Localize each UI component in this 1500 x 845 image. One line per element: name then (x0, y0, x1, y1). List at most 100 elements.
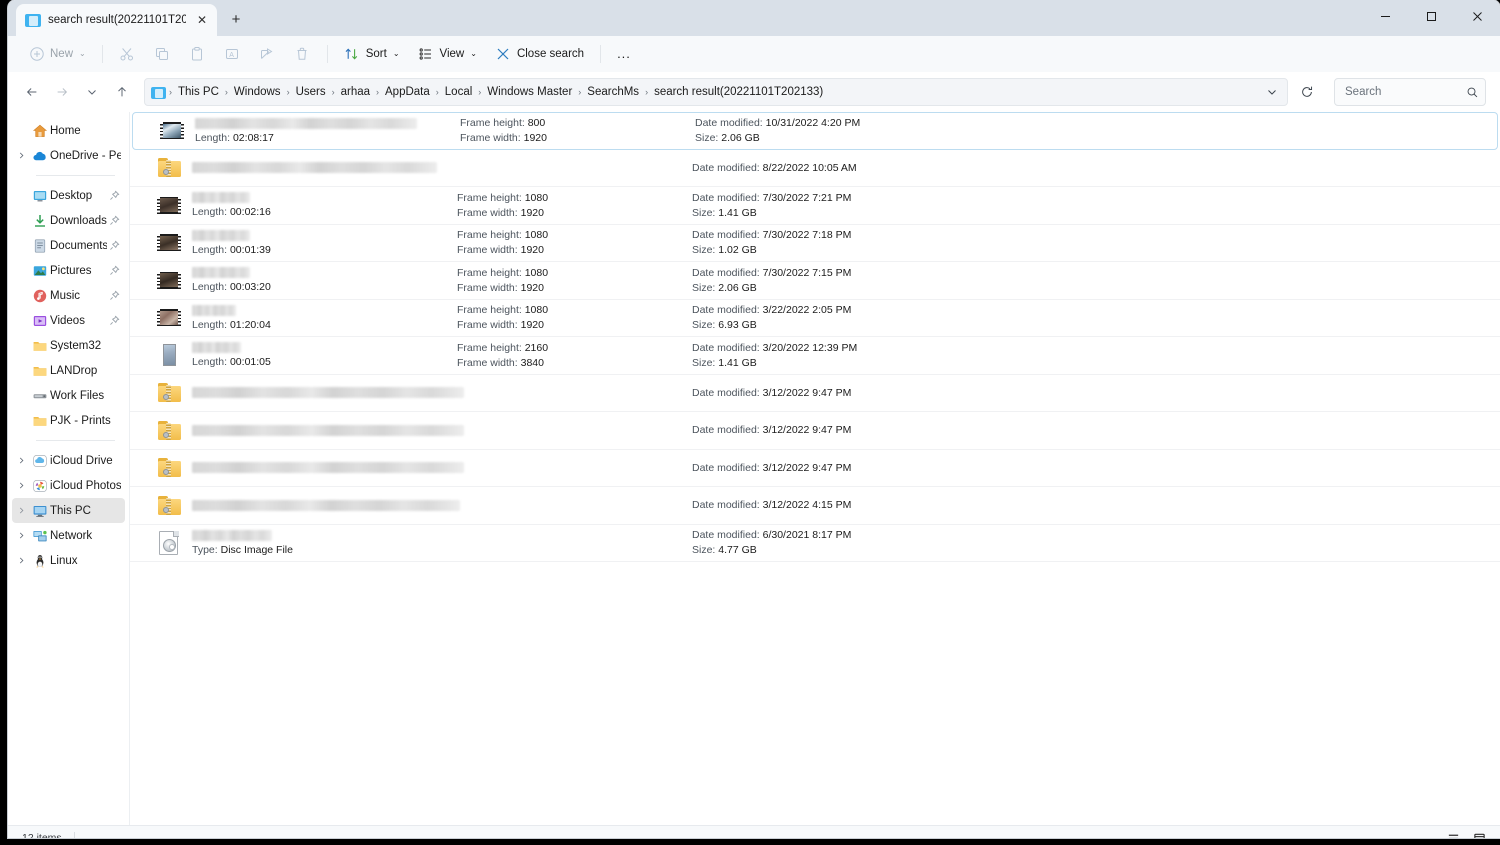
rename-button[interactable]: A (216, 40, 249, 68)
date-modified-meta: Date modified: 3/12/2022 4:15 PM (692, 499, 852, 512)
table-row[interactable]: Length: 00:01:05 Frame height: 2160 Fram… (130, 337, 1500, 375)
table-row[interactable]: Length: 00:03:20 Frame height: 1080 Fram… (130, 262, 1500, 300)
sidebar-item-music[interactable]: Music (12, 283, 125, 308)
type-meta: Type: Disc Image File (192, 543, 293, 556)
sidebar-item-icloud-photos[interactable]: iCloud Photos (12, 473, 125, 498)
details-view-button[interactable] (1442, 828, 1464, 838)
pin-icon[interactable] (107, 240, 121, 251)
delete-button[interactable] (286, 40, 319, 68)
sidebar-item-linux[interactable]: Linux (12, 548, 125, 573)
close-tab-icon[interactable]: ✕ (193, 11, 211, 29)
chevron-right-icon[interactable] (12, 523, 30, 548)
refresh-button[interactable] (1292, 78, 1322, 106)
redacted-filename (192, 462, 464, 474)
copy-button[interactable] (146, 40, 179, 68)
sidebar-item-home[interactable]: Home (12, 118, 125, 143)
up-button[interactable] (108, 78, 136, 106)
table-row[interactable]: Length: 01:20:04 Frame height: 1080 Fram… (130, 300, 1500, 337)
breadcrumb-item-search-result[interactable]: search result(20221101T202133) (649, 83, 828, 101)
sidebar-item-icloud-drive[interactable]: iCloud Drive (12, 448, 125, 473)
table-row[interactable]: Date modified: 3/12/2022 9:47 PM (130, 450, 1500, 487)
breadcrumb-item-searchms[interactable]: SearchMs (582, 83, 644, 101)
sidebar-item-network[interactable]: Network (12, 523, 125, 548)
expand-spacer (12, 258, 30, 283)
recent-locations-button[interactable] (78, 78, 106, 106)
frame-height-meta: Frame height: 1080 (457, 191, 549, 204)
date-size-cell: Date modified: 7/30/2022 7:15 PM Size: 2… (692, 267, 1500, 294)
table-row[interactable]: Length: 00:01:39 Frame height: 1080 Fram… (130, 225, 1500, 262)
breadcrumb-item-users[interactable]: Users (291, 83, 331, 101)
sort-button[interactable]: Sort ⌄ (336, 40, 408, 68)
video-film-icon (156, 306, 182, 330)
pin-icon[interactable] (107, 190, 121, 201)
length-meta: Length: 00:03:20 (192, 281, 271, 294)
table-row[interactable]: Type: Disc Image File Date modified: 6/3… (130, 525, 1500, 562)
new-button[interactable]: New ⌄ (20, 40, 94, 68)
back-button[interactable] (18, 78, 46, 106)
sidebar-item-downloads[interactable]: Downloads (12, 208, 125, 233)
large-icons-view-button[interactable] (1468, 828, 1490, 838)
chevron-right-icon[interactable] (12, 498, 30, 523)
pin-icon[interactable] (107, 290, 121, 301)
paste-button[interactable] (181, 40, 214, 68)
maximize-button[interactable] (1408, 0, 1454, 32)
file-name-cell: Length: 02:08:17 (195, 117, 460, 144)
breadcrumb[interactable]: › This PC › Windows › Users › arhaa › Ap… (144, 78, 1288, 106)
pin-icon[interactable] (107, 215, 121, 226)
cut-button[interactable] (111, 40, 144, 68)
close-search-button[interactable]: Close search (487, 40, 592, 68)
sidebar-item-this-pc[interactable]: This PC (12, 498, 125, 523)
sidebar-item-onedrive[interactable]: OneDrive - Persona (12, 143, 125, 168)
share-button[interactable] (251, 40, 284, 68)
search-box[interactable] (1334, 78, 1486, 106)
sidebar-item-pjk-prints[interactable]: PJK - Prints (12, 408, 125, 433)
ellipsis-icon: ... (617, 45, 631, 61)
search-input[interactable] (1345, 86, 1466, 98)
close-window-button[interactable] (1454, 0, 1500, 32)
view-button[interactable]: View ⌄ (410, 40, 485, 68)
chevron-down-icon: ⌄ (79, 49, 86, 58)
sidebar-item-work-files[interactable]: Work Files (12, 383, 125, 408)
file-list[interactable]: Length: 02:08:17 Frame height: 800 Frame… (130, 112, 1500, 825)
sidebar-item-desktop[interactable]: Desktop (12, 183, 125, 208)
breadcrumb-item-this-pc[interactable]: This PC (173, 83, 224, 101)
sidebar-item-pictures[interactable]: Pictures (12, 258, 125, 283)
table-row[interactable]: Date modified: 3/12/2022 9:47 PM (130, 375, 1500, 412)
sidebar-item-label: Downloads (50, 214, 107, 227)
pin-icon[interactable] (107, 265, 121, 276)
sidebar-item-videos[interactable]: Videos (12, 308, 125, 333)
breadcrumb-item-windows[interactable]: Windows (229, 83, 286, 101)
table-row[interactable]: Date modified: 3/12/2022 9:47 PM (130, 412, 1500, 450)
redacted-filename (192, 162, 437, 174)
breadcrumb-dropdown-icon[interactable] (1261, 81, 1283, 103)
table-row[interactable]: Date modified: 8/22/2022 10:05 AM (130, 150, 1500, 187)
more-options-button[interactable]: ... (609, 40, 639, 68)
minimize-button[interactable] (1362, 0, 1408, 32)
sidebar-item-system32[interactable]: System32 (12, 333, 125, 358)
copy-icon (154, 45, 171, 62)
share-icon (259, 45, 276, 62)
new-tab-button[interactable]: + (221, 4, 251, 34)
breadcrumb-item-appdata[interactable]: AppData (380, 83, 435, 101)
table-row[interactable]: Date modified: 3/12/2022 4:15 PM (130, 487, 1500, 525)
chevron-right-icon[interactable] (12, 473, 30, 498)
frame-size-cell: Frame height: 1080 Frame width: 1920 (457, 304, 692, 331)
pin-icon[interactable] (107, 315, 121, 326)
chevron-right-icon[interactable] (12, 548, 30, 573)
status-bar: 12 items (8, 825, 1500, 838)
breadcrumb-item-arhaa[interactable]: arhaa (336, 83, 375, 101)
sidebar-item-documents[interactable]: Documents (12, 233, 125, 258)
command-toolbar: New ⌄ A Sort ⌄ View ⌄ Close search ... (8, 36, 1500, 72)
breadcrumb-item-windows-master[interactable]: Windows Master (482, 83, 577, 101)
sidebar-item-landrop[interactable]: LANDrop (12, 358, 125, 383)
breadcrumb-item-local[interactable]: Local (440, 83, 478, 101)
chevron-right-icon[interactable] (12, 448, 30, 473)
browser-tab-search-result[interactable]: search result(20221101T20213: ✕ (16, 4, 217, 36)
date-size-cell: Date modified: 7/30/2022 7:18 PM Size: 1… (692, 229, 1500, 256)
table-row[interactable]: Length: 02:08:17 Frame height: 800 Frame… (132, 112, 1498, 150)
table-row[interactable]: Length: 00:02:16 Frame height: 1080 Fram… (130, 187, 1500, 225)
toolbar-divider (101, 44, 103, 63)
forward-button[interactable] (48, 78, 76, 106)
chevron-right-icon[interactable] (12, 143, 30, 168)
date-modified-meta: Date modified: 7/30/2022 7:15 PM (692, 266, 852, 279)
